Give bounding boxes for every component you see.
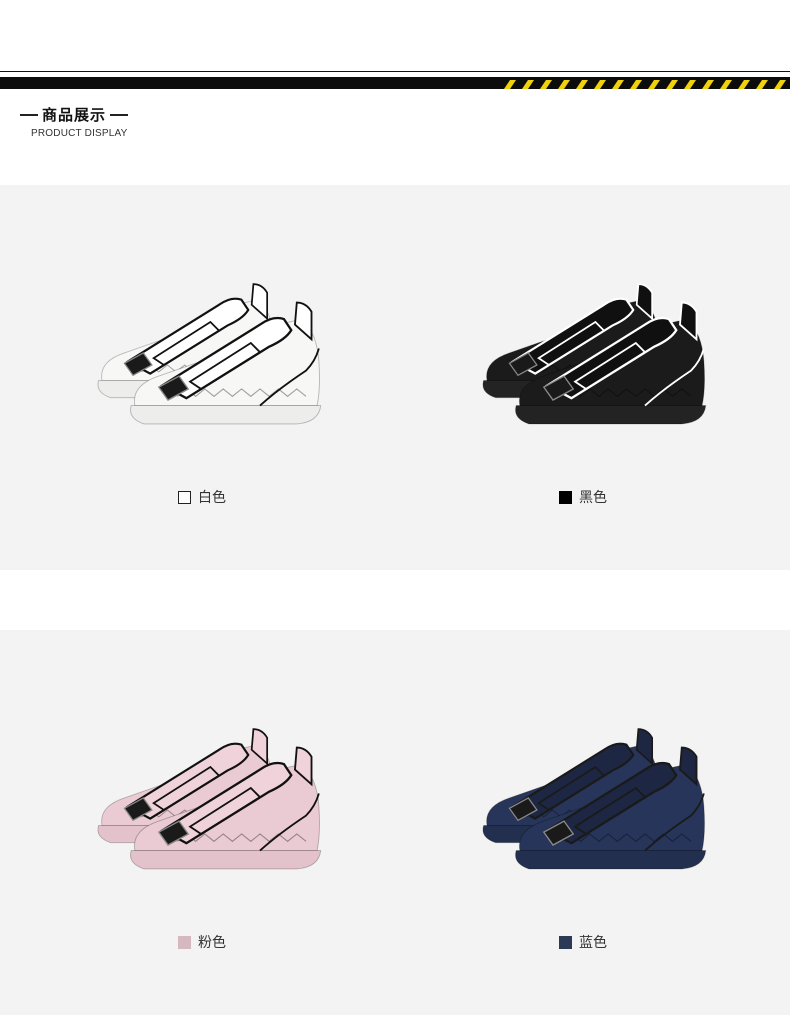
color-swatch (559, 935, 572, 949)
shoe-sole (130, 850, 322, 870)
product-card-navy[interactable]: 蓝色 (395, 630, 790, 1015)
shoe-sole (515, 405, 707, 425)
section-title-en: PRODUCT DISPLAY (31, 128, 128, 139)
product-panel-row-2: 粉色 蓝色 (0, 630, 790, 1015)
product-panel-row-1: 白色 黑色 (0, 185, 790, 570)
color-swatch (559, 490, 572, 504)
color-option-black: 黑色 (559, 487, 607, 507)
shoe-image-pink (97, 728, 322, 870)
color-label: 粉色 (198, 935, 226, 951)
dash-right (110, 113, 129, 116)
color-label: 黑色 (579, 490, 607, 506)
color-label: 白色 (198, 490, 226, 506)
shoe-image-black (482, 283, 707, 425)
hazard-stripe (498, 77, 790, 89)
color-label: 蓝色 (579, 935, 607, 951)
shoe-sole (130, 405, 322, 425)
thin-rule (0, 71, 790, 72)
product-card-white[interactable]: 白色 (0, 185, 395, 570)
section-heading: 商品展示 PRODUCT DISPLAY (20, 104, 220, 139)
dash-left (20, 113, 38, 116)
shoe-image-navy (482, 728, 707, 870)
color-swatch (178, 490, 191, 504)
section-title-cn: 商品展示 (42, 106, 107, 124)
color-swatch (178, 935, 191, 949)
shoe-image-white (97, 283, 322, 425)
color-option-pink: 粉色 (178, 932, 226, 952)
product-card-pink[interactable]: 粉色 (0, 630, 395, 1015)
color-option-navy: 蓝色 (559, 932, 607, 952)
color-option-white: 白色 (178, 487, 226, 507)
product-card-black[interactable]: 黑色 (395, 185, 790, 570)
shoe-sole (515, 850, 707, 870)
header-divider (0, 68, 790, 92)
